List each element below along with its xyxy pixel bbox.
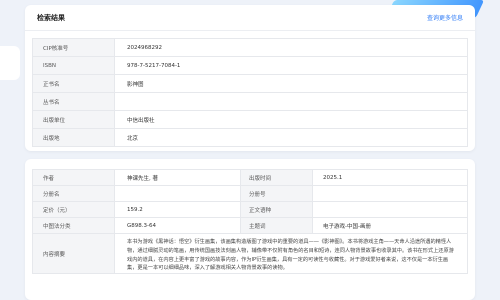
language-label: 正文语种 bbox=[241, 202, 313, 217]
table-row: 丛书名 bbox=[33, 93, 468, 111]
row-label: ISBN bbox=[33, 57, 115, 74]
part-name-label: 分册名 bbox=[33, 186, 115, 201]
abstract-text: 本书为游戏《黑神话：悟空》衍生画集，该画集构造版图了游戏中的重要的道具——《影神… bbox=[115, 234, 468, 273]
abstract-label: 内容摘要 bbox=[33, 234, 115, 273]
table-row: 定价（元） 159.2 正文语种 bbox=[33, 202, 468, 218]
row-label: 出版单位 bbox=[33, 111, 115, 128]
subject-label: 主题词 bbox=[241, 218, 313, 233]
row-value bbox=[115, 93, 468, 110]
table-row: 内容摘要 本书为游戏《黑神话：悟空》衍生画集，该画集构造版图了游戏中的重要的道具… bbox=[33, 234, 468, 274]
author-label: 作者 bbox=[33, 170, 115, 185]
result-card-title: 检索结果 bbox=[37, 13, 65, 22]
language-value bbox=[313, 202, 468, 217]
basic-info-table: CIP核准号 2024968292 ISBN 978-7-5217-7084-1… bbox=[32, 38, 468, 147]
row-label: 丛书名 bbox=[33, 93, 115, 110]
table-row: 出版单位 中信出版社 bbox=[33, 111, 468, 129]
detail-card: 作者 神课先生, 著 出版时间 2025.1 分册名 分册号 定价（元） 159… bbox=[25, 159, 475, 300]
row-value: 北京 bbox=[115, 129, 468, 146]
row-label: CIP核准号 bbox=[33, 39, 115, 56]
table-row: 正书名 影神图 bbox=[33, 75, 468, 93]
author-value: 神课先生, 著 bbox=[115, 170, 241, 185]
part-name-value bbox=[115, 186, 241, 201]
row-value: 978-7-5217-7084-1 bbox=[115, 57, 468, 74]
part-number-value bbox=[313, 186, 468, 201]
subject-value: 电子游戏-中国-画册 bbox=[313, 218, 468, 233]
table-row: 出版地 北京 bbox=[33, 129, 468, 147]
row-label: 正书名 bbox=[33, 75, 115, 92]
side-panel-edge bbox=[0, 46, 20, 80]
table-row: 作者 神课先生, 著 出版时间 2025.1 bbox=[33, 170, 468, 186]
price-value: 159.2 bbox=[115, 202, 241, 217]
result-card-header: 检索结果 查询更多信息 bbox=[25, 5, 475, 31]
part-number-label: 分册号 bbox=[241, 186, 313, 201]
row-value: 2024968292 bbox=[115, 39, 468, 56]
row-value: 中信出版社 bbox=[115, 111, 468, 128]
row-label: 出版地 bbox=[33, 129, 115, 146]
detail-info-table: 作者 神课先生, 著 出版时间 2025.1 分册名 分册号 定价（元） 159… bbox=[32, 169, 468, 274]
price-label: 定价（元） bbox=[33, 202, 115, 217]
clc-label: 中图法分类 bbox=[33, 218, 115, 233]
pubtime-value: 2025.1 bbox=[313, 170, 468, 185]
table-row: CIP核准号 2024968292 bbox=[33, 39, 468, 57]
table-row: 分册名 分册号 bbox=[33, 186, 468, 202]
row-value: 影神图 bbox=[115, 75, 468, 92]
table-row: 中图法分类 G898.3-64 主题词 电子游戏-中国-画册 bbox=[33, 218, 468, 234]
more-info-link[interactable]: 查询更多信息 bbox=[427, 13, 463, 22]
clc-value: G898.3-64 bbox=[115, 218, 241, 233]
pubtime-label: 出版时间 bbox=[241, 170, 313, 185]
result-card: 检索结果 查询更多信息 CIP核准号 2024968292 ISBN 978-7… bbox=[25, 5, 475, 151]
table-row: ISBN 978-7-5217-7084-1 bbox=[33, 57, 468, 75]
